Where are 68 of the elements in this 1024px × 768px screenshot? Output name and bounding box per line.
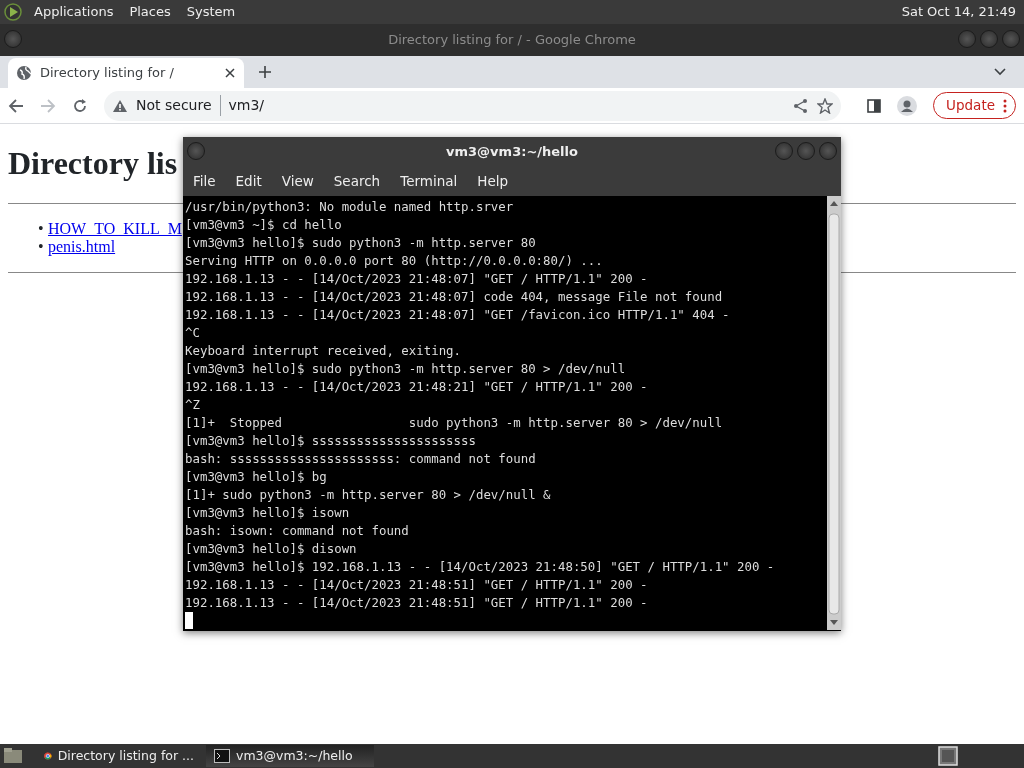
page-heading: Directory lis — [8, 144, 178, 183]
menu-item[interactable]: View — [271, 170, 324, 192]
terminal-line: 192.168.1.13 - - [14/Oct/2023 21:48:07] "GET / HTTP/1.1" 200 - — [185, 270, 648, 288]
terminal-line: [vm3@vm3 hello]$ sudo python3 -m http.server 80 > /dev/null — [185, 360, 626, 378]
taskbar-button[interactable]: vm3@vm3:~/hello — [206, 745, 374, 767]
star-icon[interactable] — [817, 97, 834, 114]
terminal-line: [1]+ Stopped sudo python3 -m http.server 80 > /dev/null — [185, 414, 723, 432]
file-link[interactable]: HOW_TO_KILL_M — [48, 220, 182, 238]
terminal-line: [vm3@vm3 ~]$ cd hello — [185, 216, 342, 234]
menu-item[interactable]: Help — [467, 170, 519, 192]
menu-item[interactable]: Search — [323, 170, 391, 192]
window-title: vm3@vm3:~/hello — [446, 142, 578, 161]
terminal-line: [vm3@vm3 hello]$ disown — [185, 540, 357, 558]
terminal-line: [vm3@vm3 hello]$ ssssssssssssssssssssss — [185, 432, 476, 450]
close-icon[interactable] — [224, 67, 236, 79]
menu-item[interactable]: File — [183, 170, 226, 192]
address-bar[interactable]: Not secure vm3/ — [104, 90, 842, 121]
folder-icon[interactable] — [2, 746, 24, 766]
terminal-icon — [214, 749, 230, 763]
panel-menu[interactable]: Applications — [30, 2, 118, 22]
show-desktop-icon[interactable] — [938, 746, 958, 766]
terminal-line: [vm3@vm3 hello]$ sudo python3 -m http.server 80 — [185, 234, 536, 252]
tab-label: Directory listing for / — [40, 64, 175, 83]
window-title: Directory listing for / - Google Chrome — [388, 31, 636, 50]
terminal-line: [vm3@vm3 hello]$ isown — [185, 504, 350, 522]
menu-item[interactable]: Edit — [225, 170, 272, 192]
terminal-line: [vm3@vm3 hello]$ bg — [185, 468, 327, 486]
terminal-line: 192.168.1.13 - - [14/Oct/2023 21:48:07] "GET /favicon.ico HTTP/1.1" 404 - — [185, 306, 730, 324]
scrollbar[interactable] — [827, 196, 841, 630]
bullet: • — [38, 238, 45, 257]
warning-icon — [112, 98, 128, 113]
terminal-line: 192.168.1.13 - - [14/Oct/2023 21:48:51] "GET / HTTP/1.1" 200 - — [185, 594, 648, 612]
terminal-line: ^Z — [185, 396, 200, 414]
terminal-line: bash: isown: command not found — [185, 522, 409, 540]
share-icon[interactable] — [793, 97, 810, 114]
menu-logo-icon[interactable] — [4, 3, 22, 21]
update-button[interactable]: Update — [933, 92, 1016, 119]
reload-icon[interactable] — [72, 97, 88, 114]
terminal-line: [vm3@vm3 hello]$ 192.168.1.13 - - [14/Oct/2023 21:48:50] "GET / HTTP/1.1" 200 - — [185, 558, 775, 576]
terminal-line: [1]+ sudo python3 -m http.server 80 > /dev/null & — [185, 486, 551, 504]
bullet: • — [38, 220, 45, 239]
panel-menu[interactable]: System — [182, 2, 240, 22]
new-tab-icon[interactable] — [258, 65, 272, 79]
terminal-line: 192.168.1.13 - - [14/Oct/2023 21:48:07] code 404, message File not found — [185, 288, 723, 306]
back-icon[interactable] — [8, 97, 24, 114]
task-label: vm3@vm3:~/hello — [236, 746, 353, 765]
taskbar-button[interactable]: Directory listing for ... — [36, 745, 202, 767]
terminal-line: 192.168.1.13 - - [14/Oct/2023 21:48:51] "GET / HTTP/1.1" 200 - — [185, 576, 648, 594]
menu-item[interactable]: Terminal — [390, 170, 468, 192]
globe-icon — [16, 65, 32, 81]
terminal-line: Keyboard interrupt received, exiting. — [185, 342, 461, 360]
chevron-down-icon[interactable] — [994, 68, 1006, 76]
profile-icon[interactable] — [897, 95, 918, 116]
terminal-line: /usr/bin/python3: No module named http.srver — [185, 198, 514, 216]
clock: Sat Oct 14, 21:49 — [901, 3, 1017, 22]
kebab-icon — [1003, 98, 1007, 113]
side-panel-icon[interactable] — [867, 98, 882, 113]
task-label: Directory listing for ... — [57, 746, 194, 765]
panel-menu[interactable]: Places — [125, 2, 175, 22]
terminal-line: ^C — [185, 324, 200, 342]
file-link[interactable]: penis.html — [48, 238, 116, 256]
terminal-line: bash: ssssssssssssssssssssss: command not found — [185, 450, 536, 468]
text-cursor — [185, 612, 193, 629]
url-text: vm3/ — [219, 95, 265, 116]
terminal-line: Serving HTTP on 0.0.0.0 port 80 (http://0.0.0.0:80/) ... — [185, 252, 603, 270]
security-label: Not secure — [136, 96, 212, 115]
terminal-line: 192.168.1.13 - - [14/Oct/2023 21:48:21] "GET / HTTP/1.1" 200 - — [185, 378, 648, 396]
browser-tab[interactable]: Directory listing for / — [8, 58, 244, 88]
